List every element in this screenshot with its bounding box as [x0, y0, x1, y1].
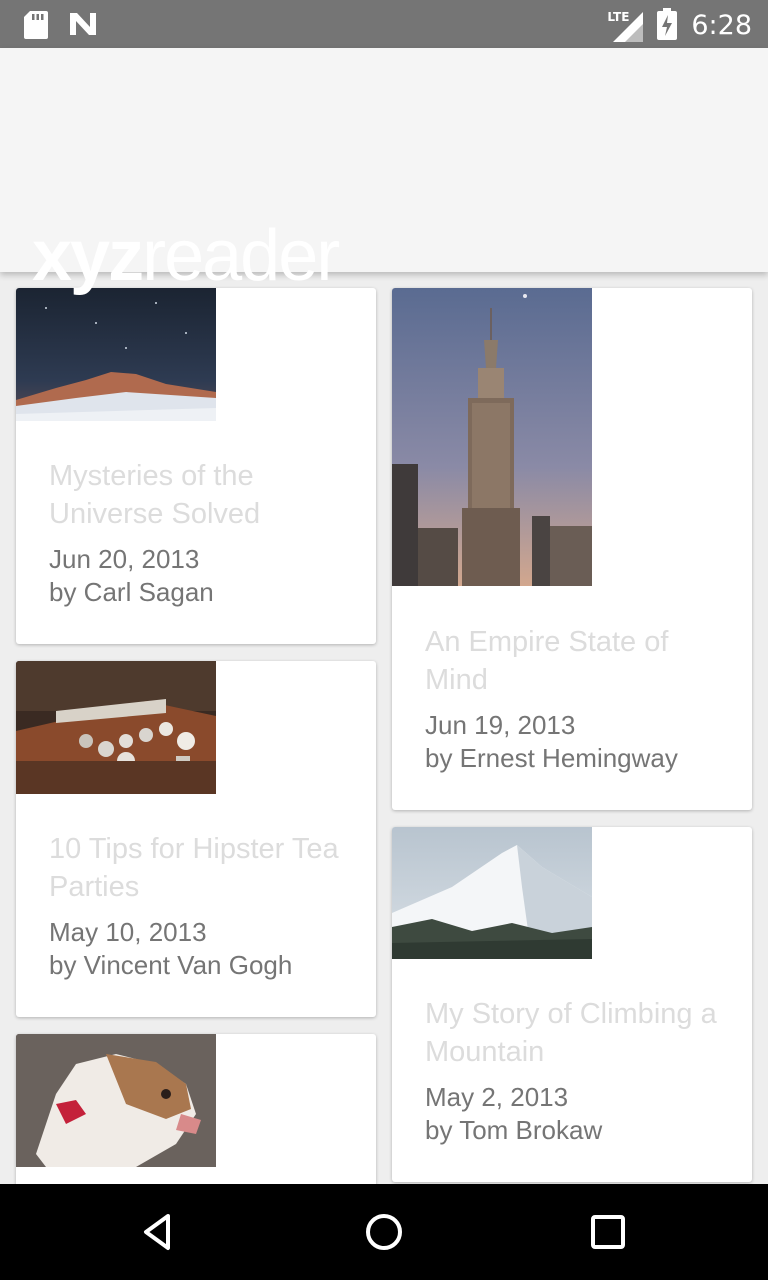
- article-date: Jun 20, 2013: [49, 544, 200, 574]
- status-time: 6:28: [691, 10, 752, 41]
- recents-icon: [591, 1215, 625, 1249]
- article-card[interactable]: My Story of Climbing a Mountain May 2, 2…: [392, 827, 752, 1182]
- home-button[interactable]: [360, 1208, 408, 1256]
- bulldog-photo: [16, 1034, 216, 1167]
- n-notification-icon: [68, 11, 98, 43]
- article-title: An Empire State of Mind: [425, 626, 669, 696]
- signal-icon: LTE: [607, 10, 644, 42]
- article-author: by Vincent Van Gogh: [49, 950, 293, 980]
- home-icon: [366, 1214, 402, 1250]
- navigation-bar: [0, 1184, 768, 1280]
- article-author: by Tom Brokaw: [425, 1115, 603, 1145]
- back-icon: [144, 1214, 170, 1250]
- night-sky-mountain-photo: [16, 288, 216, 421]
- article-date: May 10, 2013: [49, 917, 207, 947]
- app-bar: xyzreader: [0, 48, 768, 296]
- status-bar: LTE 6:28: [0, 0, 768, 48]
- article-card[interactable]: [16, 1034, 376, 1184]
- article-author: by Carl Sagan: [49, 577, 214, 607]
- snowy-mountain-photo: [392, 827, 592, 959]
- logo-light-text: reader: [142, 216, 340, 296]
- empire-state-building-photo: [392, 288, 592, 586]
- battery-charging-icon: [657, 8, 678, 44]
- article-title: Mysteries of the Universe Solved: [49, 460, 261, 530]
- article-grid: Mysteries of the Universe Solved Jun 20,…: [0, 272, 768, 1184]
- app-logo: xyzreader: [32, 216, 340, 296]
- article-title: 10 Tips for Hipster Tea Parties: [49, 833, 339, 903]
- article-date: Jun 19, 2013: [425, 710, 576, 740]
- tea-cups-table-photo: [16, 661, 216, 794]
- article-card[interactable]: An Empire State of Mind Jun 19, 2013 by …: [392, 288, 752, 810]
- article-title: My Story of Climbing a Mountain: [425, 998, 717, 1068]
- recents-button[interactable]: [584, 1208, 632, 1256]
- article-card[interactable]: 10 Tips for Hipster Tea Parties May 10, …: [16, 661, 376, 1017]
- back-button[interactable]: [136, 1208, 184, 1256]
- article-card[interactable]: Mysteries of the Universe Solved Jun 20,…: [16, 288, 376, 644]
- sd-card-icon: [24, 11, 48, 43]
- logo-bold-text: xyz: [32, 216, 144, 296]
- article-date: May 2, 2013: [425, 1082, 569, 1112]
- article-author: by Ernest Hemingway: [425, 743, 678, 773]
